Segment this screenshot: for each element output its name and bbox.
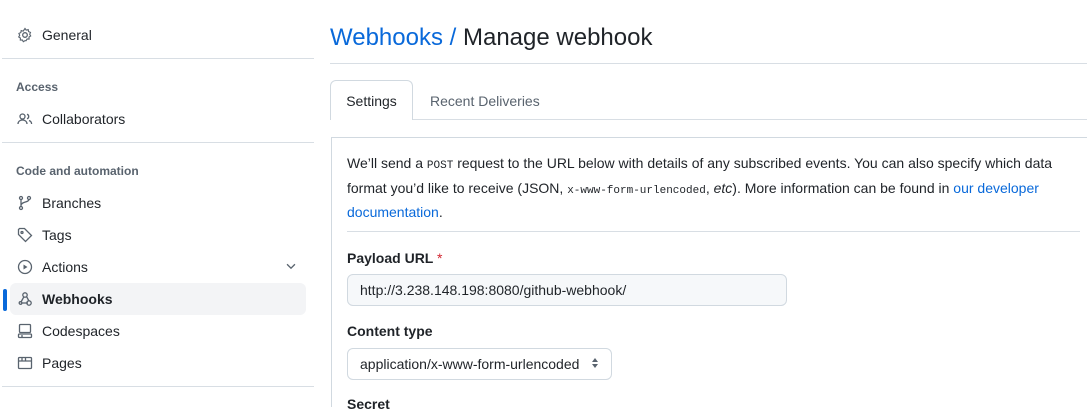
divider — [330, 63, 1087, 64]
breadcrumb-separator: / — [449, 24, 457, 51]
play-icon — [17, 259, 33, 275]
content-type-select[interactable]: application/x-www-form-urlencoded — [347, 348, 612, 380]
divider — [2, 58, 314, 59]
browser-icon — [17, 355, 33, 371]
people-icon — [17, 111, 33, 127]
codespaces-icon — [17, 323, 33, 339]
breadcrumb-webhooks-link[interactable]: Webhooks — [330, 24, 443, 51]
select-arrows-icon — [591, 356, 599, 372]
sidebar-item-general[interactable]: General — [10, 19, 306, 51]
sidebar-item-pages[interactable]: Pages — [10, 347, 306, 379]
sidebar-item-collaborators[interactable]: Collaborators — [10, 103, 306, 135]
tabs-border — [330, 119, 1087, 120]
chevron-down-icon[interactable] — [284, 259, 298, 276]
sidebar-item-webhooks[interactable]: Webhooks — [10, 283, 306, 315]
section-heading-code: Code and automation — [16, 164, 139, 178]
section-heading-access: Access — [16, 80, 59, 94]
divider — [2, 142, 314, 143]
payload-url-label: Payload URL * — [347, 250, 443, 266]
sidebar-item-label: Actions — [42, 259, 88, 275]
sidebar-item-label: General — [42, 27, 92, 43]
tab-settings[interactable]: Settings — [330, 80, 413, 120]
sidebar-item-label: Pages — [42, 355, 82, 371]
page-title: Webhooks / Manage webhook — [330, 24, 652, 52]
webhook-icon — [17, 291, 33, 307]
sidebar-item-label: Tags — [42, 227, 72, 243]
sidebar-item-branches[interactable]: Branches — [10, 187, 306, 219]
payload-url-input[interactable]: http://3.238.148.198:8080/github-webhook… — [347, 274, 787, 306]
tab-recent-deliveries[interactable]: Recent Deliveries — [430, 93, 540, 109]
tab-label: Settings — [346, 92, 397, 109]
sidebar-item-tags[interactable]: Tags — [10, 219, 306, 251]
secret-label: Secret — [347, 396, 390, 412]
sidebar-item-label: Branches — [42, 195, 102, 211]
required-mark: * — [437, 250, 443, 266]
sidebar-item-label: Webhooks — [42, 291, 113, 307]
sidebar-item-label: Codespaces — [42, 323, 120, 339]
gear-icon — [17, 27, 33, 43]
intro-text: We’ll send a POST request to the URL bel… — [347, 155, 1053, 220]
divider — [2, 386, 314, 387]
divider — [347, 231, 1080, 232]
active-indicator — [3, 289, 7, 311]
content-type-label: Content type — [347, 323, 433, 339]
git-branch-icon — [17, 195, 33, 211]
sidebar-item-actions[interactable]: Actions — [10, 251, 306, 283]
page-title-text: Manage webhook — [462, 24, 653, 51]
tag-icon — [17, 227, 33, 243]
sidebar-item-label: Collaborators — [42, 111, 126, 127]
sidebar-item-codespaces[interactable]: Codespaces — [10, 315, 306, 347]
